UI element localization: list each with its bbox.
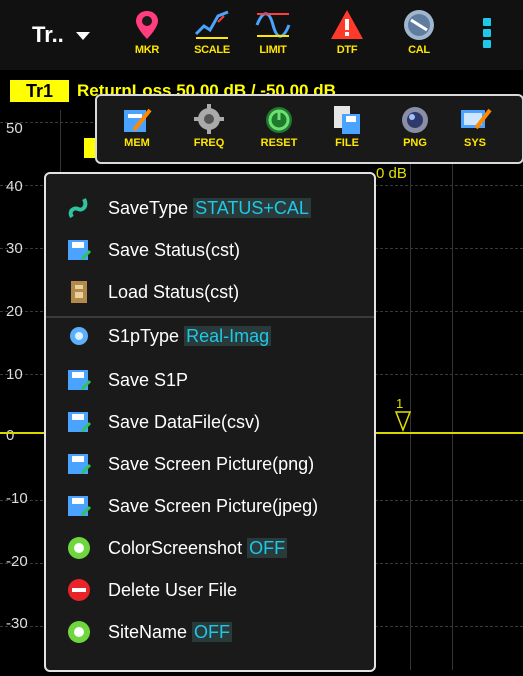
floppy-icon	[68, 240, 92, 261]
menu-item-value: OFF	[192, 621, 233, 642]
marker-pin-icon	[136, 11, 158, 39]
trace-selector-button[interactable]: Tr..	[32, 18, 90, 52]
sys-button[interactable]: SYS	[447, 104, 503, 149]
menu-item-label: Load Status(cst)	[108, 281, 240, 302]
cal-button[interactable]: CAL	[392, 8, 446, 64]
dtf-button[interactable]: DTF	[320, 8, 374, 64]
toggle-green-icon	[68, 621, 90, 643]
menu-item-label: ColorScreenshot	[108, 537, 243, 558]
freq-button[interactable]: FREQ	[181, 104, 237, 149]
trace-tag[interactable]: Tr1	[10, 80, 70, 102]
grid-line	[410, 110, 411, 670]
floppy-icon	[68, 496, 92, 517]
menu-item-label: Save Screen Picture(png)	[108, 453, 315, 474]
chevron-down-icon	[75, 32, 90, 40]
png-button[interactable]: PNG	[387, 104, 443, 149]
toggle-green-icon	[68, 537, 90, 559]
system-icon	[461, 108, 492, 130]
file-button[interactable]: FILE	[319, 104, 375, 149]
menu-item-save-s1p[interactable]: Save S1P	[46, 360, 374, 400]
reset-button[interactable]: RESET	[251, 104, 307, 149]
menu-item-sitename[interactable]: SiteName OFF	[46, 612, 374, 652]
mkr-button[interactable]: MKR	[120, 8, 174, 64]
cal-icon	[404, 10, 434, 40]
menu-item-save-status[interactable]: Save Status(cst)	[46, 230, 374, 270]
menu-item-savetype[interactable]: SaveType STATUS+CAL	[46, 188, 374, 228]
y-tick-label: 0	[6, 427, 15, 444]
limit-button[interactable]: LIMIT	[246, 8, 300, 64]
marker-triangle-icon[interactable]	[393, 398, 413, 432]
y-tick-label: 50	[6, 120, 23, 137]
y-tick-label: 40	[6, 178, 23, 195]
delete-red-icon	[68, 579, 90, 601]
y-tick-label: -30	[6, 615, 28, 632]
menu-item-label: Delete User File	[108, 579, 238, 600]
file-dropdown-menu: SaveType STATUS+CAL Save Status(cst) Loa…	[44, 172, 376, 672]
floppy-icon	[68, 454, 92, 475]
menu-item-label: SaveType	[108, 197, 189, 218]
limit-icon	[255, 12, 291, 38]
scale-button[interactable]: SCALE	[185, 8, 239, 64]
file-submenu-bar: MEM FREQ RESET FILE PNG SYS	[95, 94, 523, 164]
menu-item-label: Save Screen Picture(jpeg)	[108, 495, 319, 516]
partial-value-text: 0 dB	[376, 165, 407, 182]
dtf-warning-icon	[331, 10, 363, 39]
menu-item-label: Save Status(cst)	[108, 239, 241, 260]
camera-icon	[402, 107, 428, 133]
menu-item-save-png[interactable]: Save Screen Picture(png)	[46, 444, 374, 484]
y-tick-label: 30	[6, 240, 23, 257]
menu-item-value: Real-Imag	[184, 325, 272, 346]
menu-item-value: STATUS+CAL	[193, 197, 311, 218]
kebab-menu-icon[interactable]	[478, 18, 496, 54]
floppy-icon	[68, 370, 92, 391]
file-icon	[334, 106, 360, 134]
menu-item-label: Save S1P	[108, 369, 189, 390]
floppy-icon	[68, 412, 92, 433]
top-toolbar: Tr.. MKR SCALE LIMIT DTF CAL	[0, 0, 523, 70]
memory-icon	[124, 108, 152, 132]
y-tick-label: 10	[6, 366, 23, 383]
gear-icon	[194, 104, 224, 134]
grid-line	[452, 110, 453, 670]
gear-blue-icon	[70, 327, 88, 345]
menu-item-delete-user-file[interactable]: Delete User File	[46, 570, 374, 610]
menu-item-label: S1pType	[108, 325, 180, 346]
trace-selector-label: Tr..	[32, 22, 64, 47]
scale-icon	[194, 10, 229, 39]
load-file-icon	[71, 281, 87, 303]
menu-item-save-jpeg[interactable]: Save Screen Picture(jpeg)	[46, 486, 374, 526]
y-tick-label: 20	[6, 303, 23, 320]
menu-item-s1ptype[interactable]: S1pType Real-Imag	[46, 316, 374, 356]
menu-item-save-datafile[interactable]: Save DataFile(csv)	[46, 402, 374, 442]
y-tick-label: -20	[6, 553, 28, 570]
menu-item-load-status[interactable]: Load Status(cst)	[46, 272, 374, 312]
y-tick-label: -10	[6, 490, 28, 507]
menu-item-color-screenshot[interactable]: ColorScreenshot OFF	[46, 528, 374, 568]
menu-item-value: OFF	[247, 537, 288, 558]
reset-icon	[266, 107, 292, 133]
menu-item-label: SiteName	[108, 621, 188, 642]
menu-item-label: Save DataFile(csv)	[108, 411, 261, 432]
save-type-icon	[68, 198, 88, 219]
mem-button[interactable]: MEM	[109, 104, 165, 149]
